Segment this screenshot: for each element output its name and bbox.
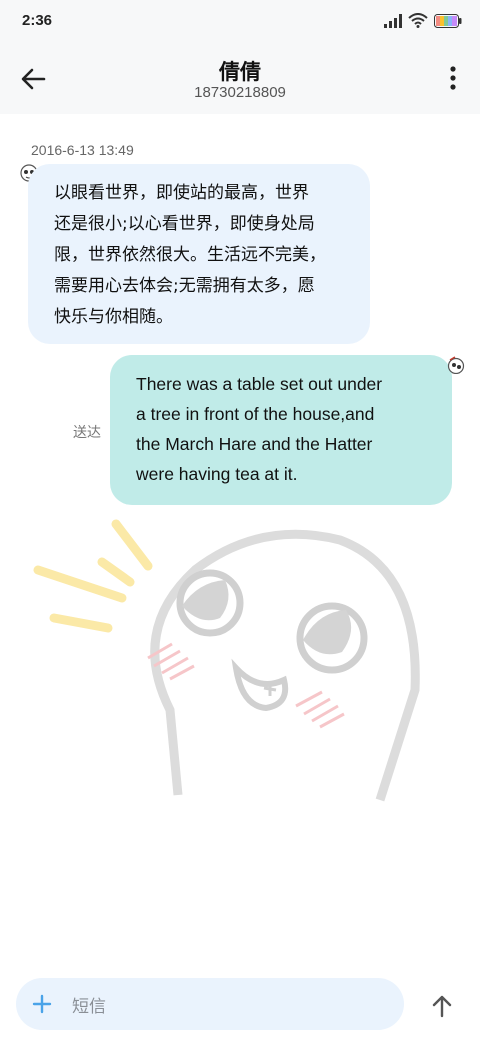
conversation-header: 倩倩 18730218809 [0, 44, 480, 114]
status-icons [384, 13, 462, 28]
send-arrow-icon[interactable] [428, 992, 456, 1020]
message-line: were having tea at it. [136, 464, 298, 484]
plus-icon[interactable] [30, 992, 54, 1016]
outgoing-message-bubble[interactable]: There was a table set out under a tree i… [110, 355, 452, 505]
message-line: 以眼看世界，即使站的最高，世界 [54, 183, 309, 203]
delivery-status: 送达 [73, 425, 101, 441]
message-line: a tree in front of the house,and [136, 404, 375, 424]
more-vertical-icon[interactable] [448, 64, 458, 94]
wifi-icon [408, 13, 428, 28]
incoming-message-bubble[interactable]: 以眼看世界，即使站的最高，世界 还是很小;以心看世界，即使身处局 限，世界依然很… [28, 164, 370, 344]
message-input-placeholder: 短信 [72, 997, 106, 1017]
message-input[interactable]: 短信 [16, 978, 404, 1030]
message-line: 需要用心去体会;无需拥有太多，愿 [54, 276, 315, 296]
message-line: 限，世界依然很大。生活远不完美， [54, 245, 326, 265]
contact-number: 18730218809 [194, 84, 286, 101]
self-avatar[interactable] [447, 356, 465, 374]
signal-icon [384, 13, 402, 28]
battery-icon [434, 13, 462, 28]
contact-name: 倩倩 [219, 60, 261, 84]
message-line: There was a table set out under [136, 374, 383, 394]
smiley-sticker-illustration [33, 519, 420, 802]
status-bar: 2:36 [0, 0, 480, 44]
message-line: 快乐与你相随。 [54, 307, 173, 327]
status-time: 2:36 [22, 12, 53, 29]
message-line: 还是很小;以心看世界，即使身处局 [54, 214, 315, 234]
message-line: the March Hare and the Hatter [136, 434, 373, 454]
compose-bar: 短信 [0, 970, 480, 1040]
message-timestamp: 2016-6-13 13:49 [31, 142, 134, 158]
